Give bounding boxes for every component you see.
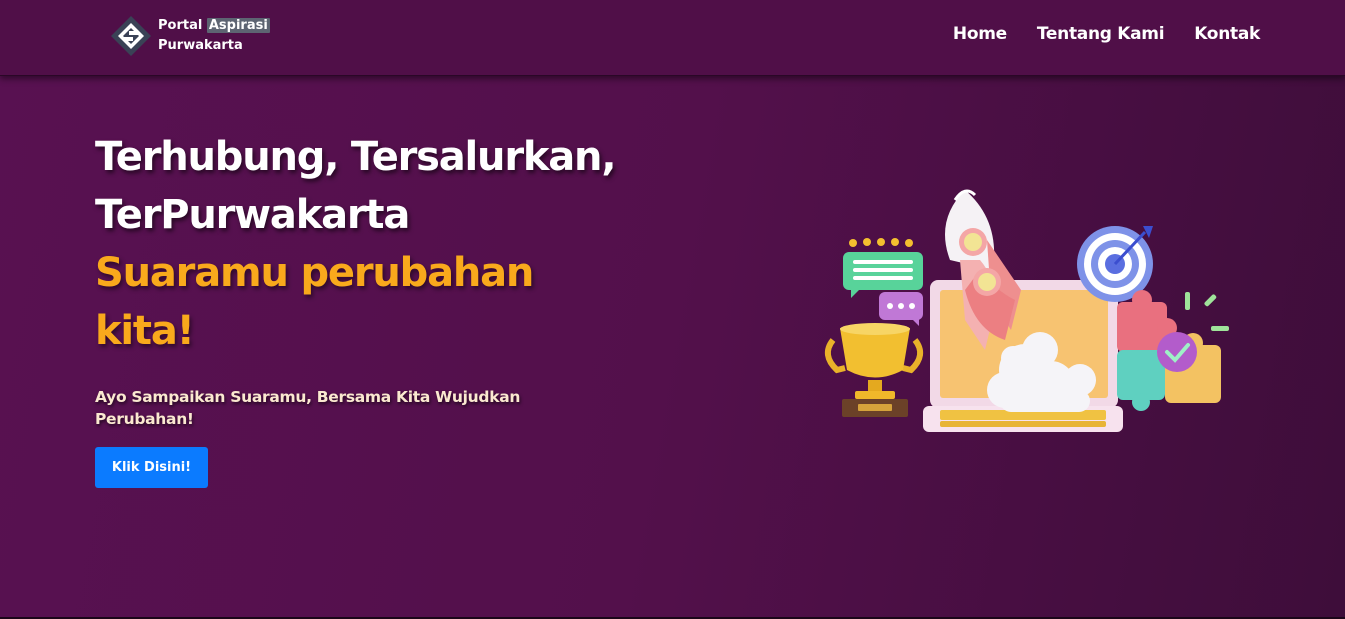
puzzle-pieces-icon bbox=[1117, 290, 1229, 411]
nav-links: Home Tentang Kami Kontak bbox=[953, 24, 1260, 44]
trophy-icon bbox=[824, 323, 924, 417]
nav-link-kontak[interactable]: Kontak bbox=[1194, 24, 1260, 44]
rating-stars-icon bbox=[849, 238, 913, 247]
chat-bubble-icon bbox=[843, 252, 923, 298]
brand-link[interactable]: Portal Aspirasi Purwakarta bbox=[110, 14, 270, 58]
brand-name: Portal Aspirasi Purwakarta bbox=[158, 16, 270, 56]
nav-item-home: Home bbox=[953, 24, 1007, 44]
brand-name-line2: Purwakarta bbox=[158, 38, 243, 53]
cta-button[interactable]: Klik Disini! bbox=[95, 447, 208, 488]
nav-link-tentang-kami[interactable]: Tentang Kami bbox=[1037, 24, 1165, 44]
typing-bubble-icon bbox=[879, 292, 923, 326]
hero-tagline: Suaramu perubahan kita! bbox=[95, 250, 534, 354]
nav-item-tentang-kami: Tentang Kami bbox=[1037, 24, 1165, 44]
hero-section: Terhubung, Tersalurkan, TerPurwakarta Su… bbox=[95, 128, 635, 430]
navbar: Portal Aspirasi Purwakarta Home Tentang … bbox=[0, 0, 1345, 76]
brand-name-prefix: Portal bbox=[158, 18, 203, 33]
hero-title-line1: Terhubung, Tersalurkan, bbox=[95, 134, 617, 180]
hero-subtitle: Ayo Sampaikan Suaramu, Bersama Kita Wuju… bbox=[95, 388, 521, 428]
brand-name-highlight: Aspirasi bbox=[206, 18, 270, 33]
rocket-laptop-illustration bbox=[824, 189, 1229, 432]
portal-logo-icon bbox=[111, 16, 151, 56]
nav-item-kontak: Kontak bbox=[1194, 24, 1260, 44]
hero-title: Terhubung, Tersalurkan, TerPurwakarta bbox=[95, 128, 635, 244]
hero-title-line2: TerPurwakarta bbox=[95, 192, 410, 238]
page: Portal Aspirasi Purwakarta Home Tentang … bbox=[0, 0, 1345, 619]
nav-link-home[interactable]: Home bbox=[953, 24, 1007, 44]
